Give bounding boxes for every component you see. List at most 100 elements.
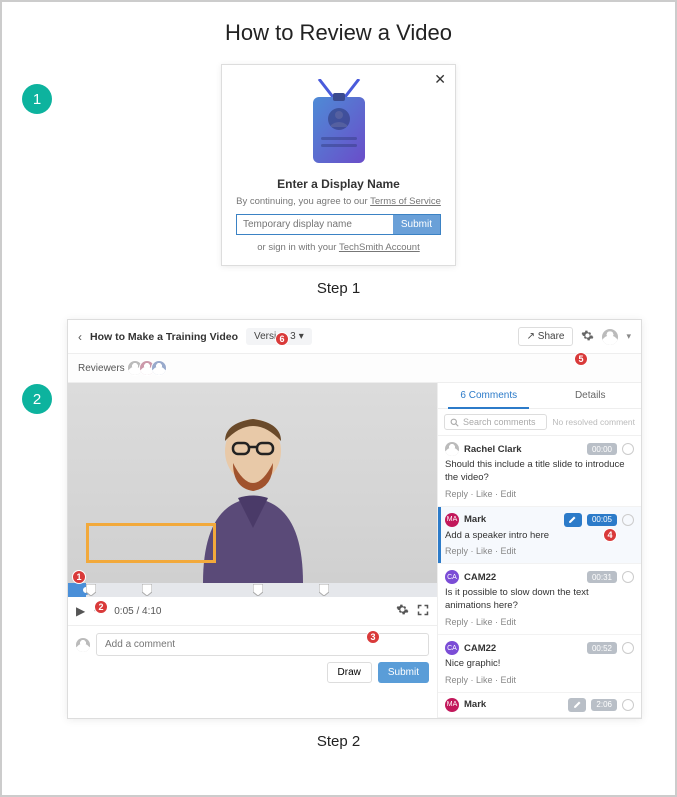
tos-link[interactable]: Terms of Service bbox=[370, 196, 441, 207]
timestamp-badge[interactable]: 00:05 bbox=[587, 514, 617, 526]
reply-link[interactable]: Reply bbox=[445, 675, 468, 685]
video-timeline[interactable] bbox=[68, 583, 437, 597]
callout-1: 1 bbox=[72, 570, 86, 584]
comment-actions: Reply · Like · Edit bbox=[445, 617, 634, 627]
callout-6: 6 bbox=[275, 332, 289, 346]
comment-actions: Reply · Like · Edit bbox=[445, 675, 634, 685]
share-button[interactable]: ↗ Share bbox=[518, 327, 574, 346]
display-name-modal: ✕ Enter a Display Name By continuing, yo… bbox=[221, 64, 456, 266]
display-name-input[interactable] bbox=[237, 215, 393, 234]
comment-marker[interactable] bbox=[142, 584, 152, 596]
like-link[interactable]: Like bbox=[476, 489, 493, 499]
search-icon bbox=[450, 418, 459, 427]
edit-link[interactable]: Edit bbox=[501, 617, 517, 627]
tab-details[interactable]: Details bbox=[540, 383, 642, 408]
edit-link[interactable]: Edit bbox=[501, 489, 517, 499]
comment-actions: Reply · Like · Edit bbox=[445, 546, 634, 556]
video-controls: ▶ 0:05 / 4:10 bbox=[68, 597, 437, 625]
comment-marker[interactable] bbox=[319, 584, 329, 596]
gear-icon[interactable] bbox=[581, 329, 594, 345]
signin-link[interactable]: TechSmith Account bbox=[339, 242, 420, 253]
timestamp-badge[interactable]: 00:31 bbox=[587, 571, 617, 583]
comment-text: Nice graphic! bbox=[445, 658, 634, 671]
comment-item[interactable]: MA Mark 2:06 bbox=[438, 693, 641, 718]
avatar: MA bbox=[445, 513, 459, 527]
avatar[interactable] bbox=[151, 360, 167, 376]
video-title: How to Make a Training Video bbox=[90, 331, 238, 343]
time-display: 0:05 / 4:10 bbox=[114, 606, 161, 617]
pencil-icon bbox=[564, 513, 582, 527]
step-1-label: Step 1 bbox=[22, 280, 655, 297]
review-app: 1 2 3 4 5 6 ‹ How to Make a Training Vid… bbox=[67, 319, 642, 719]
step-2-label: Step 2 bbox=[22, 733, 655, 750]
avatar bbox=[445, 442, 459, 456]
chevron-down-icon: ▾ bbox=[299, 331, 304, 342]
page-title: How to Review a Video bbox=[22, 20, 655, 46]
callout-4: 4 bbox=[603, 528, 617, 542]
comment-marker[interactable] bbox=[86, 584, 96, 596]
comments-panel: 6 Comments Details Search comments No re… bbox=[438, 383, 641, 718]
comment-text: Should this include a title slide to int… bbox=[445, 459, 634, 485]
tab-comments[interactable]: 6 Comments bbox=[438, 383, 540, 408]
like-link[interactable]: Like bbox=[476, 675, 493, 685]
close-icon[interactable]: ✕ bbox=[434, 71, 446, 88]
comment-item[interactable]: Rachel Clark 00:00 Should this include a… bbox=[438, 436, 641, 507]
comment-item[interactable]: CA CAM22 00:52 Nice graphic! Reply · Lik… bbox=[438, 635, 641, 693]
reviewer-avatars bbox=[131, 360, 167, 376]
comment-author: CAM22 bbox=[464, 572, 582, 583]
reply-link[interactable]: Reply bbox=[445, 617, 468, 627]
edit-link[interactable]: Edit bbox=[501, 546, 517, 556]
timestamp-badge[interactable]: 2:06 bbox=[591, 699, 617, 711]
comment-text: Is it possible to slow down the text ani… bbox=[445, 587, 634, 613]
avatar-caret-icon[interactable]: ▾ bbox=[626, 331, 631, 342]
back-icon[interactable]: ‹ bbox=[78, 330, 82, 344]
comment-actions: Reply · Like · Edit bbox=[445, 489, 634, 499]
timestamp-badge[interactable]: 00:52 bbox=[587, 642, 617, 654]
callout-3: 3 bbox=[366, 630, 380, 644]
signin-text: or sign in with your TechSmith Account bbox=[236, 242, 441, 253]
callout-5: 5 bbox=[574, 352, 588, 366]
resolve-icon[interactable] bbox=[622, 514, 634, 526]
comment-marker[interactable] bbox=[253, 584, 263, 596]
fullscreen-icon[interactable] bbox=[417, 604, 429, 619]
comment-composer: Draw Submit bbox=[68, 625, 437, 691]
like-link[interactable]: Like bbox=[476, 546, 493, 556]
search-comments-input[interactable]: Search comments bbox=[444, 414, 547, 430]
play-icon[interactable]: ▶ bbox=[76, 604, 85, 618]
user-avatar[interactable] bbox=[602, 329, 618, 345]
callout-2: 2 bbox=[94, 600, 108, 614]
no-resolved-label: No resolved comment bbox=[552, 417, 635, 427]
modal-heading: Enter a Display Name bbox=[236, 177, 441, 191]
resolve-icon[interactable] bbox=[622, 571, 634, 583]
comment-author: Rachel Clark bbox=[464, 444, 582, 455]
reply-link[interactable]: Reply bbox=[445, 489, 468, 499]
step-badge-1: 1 bbox=[22, 84, 52, 114]
settings-icon[interactable] bbox=[396, 603, 409, 619]
tos-text: By continuing, you agree to our Terms of… bbox=[236, 196, 441, 207]
comment-author: CAM22 bbox=[464, 643, 582, 654]
edit-link[interactable]: Edit bbox=[501, 675, 517, 685]
modal-submit-button[interactable]: Submit bbox=[393, 215, 440, 234]
my-avatar bbox=[76, 638, 90, 652]
step-badge-2: 2 bbox=[22, 384, 52, 414]
resolve-icon[interactable] bbox=[622, 642, 634, 654]
reply-link[interactable]: Reply bbox=[445, 546, 468, 556]
avatar: MA bbox=[445, 698, 459, 712]
video-frame[interactable] bbox=[68, 383, 437, 583]
comment-author: Mark bbox=[464, 699, 563, 710]
draw-button[interactable]: Draw bbox=[327, 662, 372, 683]
resolve-icon[interactable] bbox=[622, 443, 634, 455]
reviewers-label: Reviewers bbox=[78, 363, 125, 374]
id-badge-icon bbox=[299, 79, 379, 169]
annotation-rectangle[interactable] bbox=[86, 523, 216, 563]
video-panel: ▶ 0:05 / 4:10 Draw bbox=[68, 383, 438, 718]
like-link[interactable]: Like bbox=[476, 617, 493, 627]
comment-submit-button[interactable]: Submit bbox=[378, 662, 429, 683]
reviewers-bar: Reviewers bbox=[68, 354, 641, 383]
comment-author: Mark bbox=[464, 514, 559, 525]
comment-item[interactable]: CA CAM22 00:31 Is it possible to slow do… bbox=[438, 564, 641, 635]
resolve-icon[interactable] bbox=[622, 699, 634, 711]
timestamp-badge[interactable]: 00:00 bbox=[587, 443, 617, 455]
avatar: CA bbox=[445, 641, 459, 655]
top-bar: ‹ How to Make a Training Video Version 3… bbox=[68, 320, 641, 354]
